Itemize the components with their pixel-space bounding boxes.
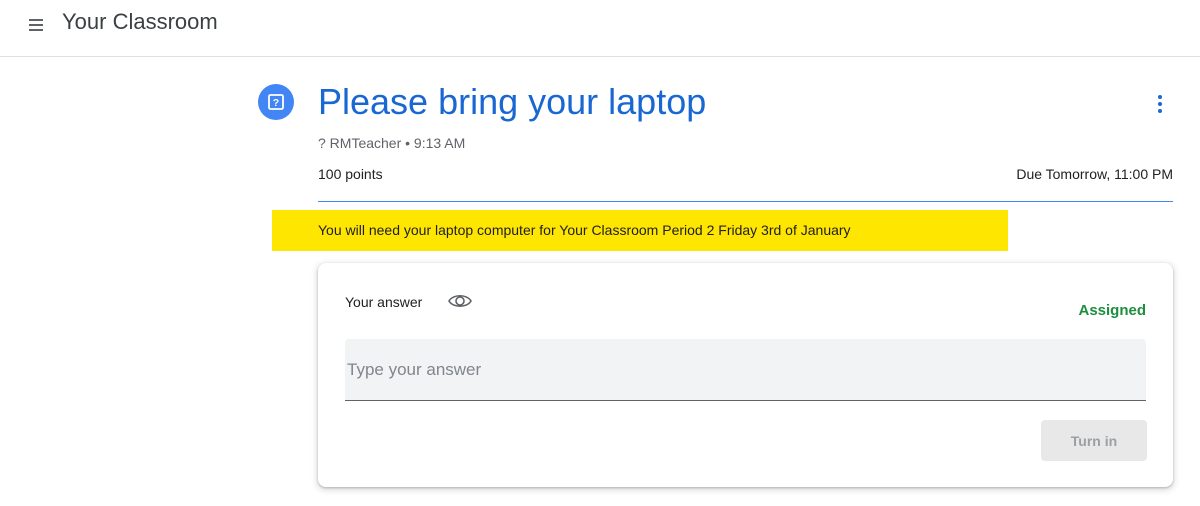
assignment-points: 100 points — [318, 166, 383, 182]
assignment-due-date: Due Tomorrow, 11:00 PM — [1016, 166, 1173, 182]
turn-in-button[interactable]: Turn in — [1041, 420, 1147, 461]
question-icon: ? — [258, 84, 294, 120]
top-app-bar: Your Classroom — [0, 0, 1200, 57]
svg-text:?: ? — [273, 97, 279, 109]
assignment-meta: ? RMTeacher • 9:13 AM — [318, 135, 466, 151]
status-badge: Assigned — [1078, 302, 1146, 319]
more-options-icon[interactable] — [1152, 92, 1168, 116]
answer-heading: Your answer — [345, 294, 423, 310]
app-title[interactable]: Your Classroom — [62, 9, 218, 35]
hamburger-menu-icon[interactable] — [26, 14, 46, 34]
eye-icon[interactable] — [447, 290, 473, 312]
assignment-instructions: You will need your laptop computer for Y… — [272, 210, 1008, 251]
assignment-title: Please bring your laptop — [318, 81, 707, 122]
answer-card: Your answer Assigned Turn in — [318, 263, 1173, 487]
answer-input[interactable] — [345, 339, 1146, 401]
header-divider — [318, 201, 1173, 202]
